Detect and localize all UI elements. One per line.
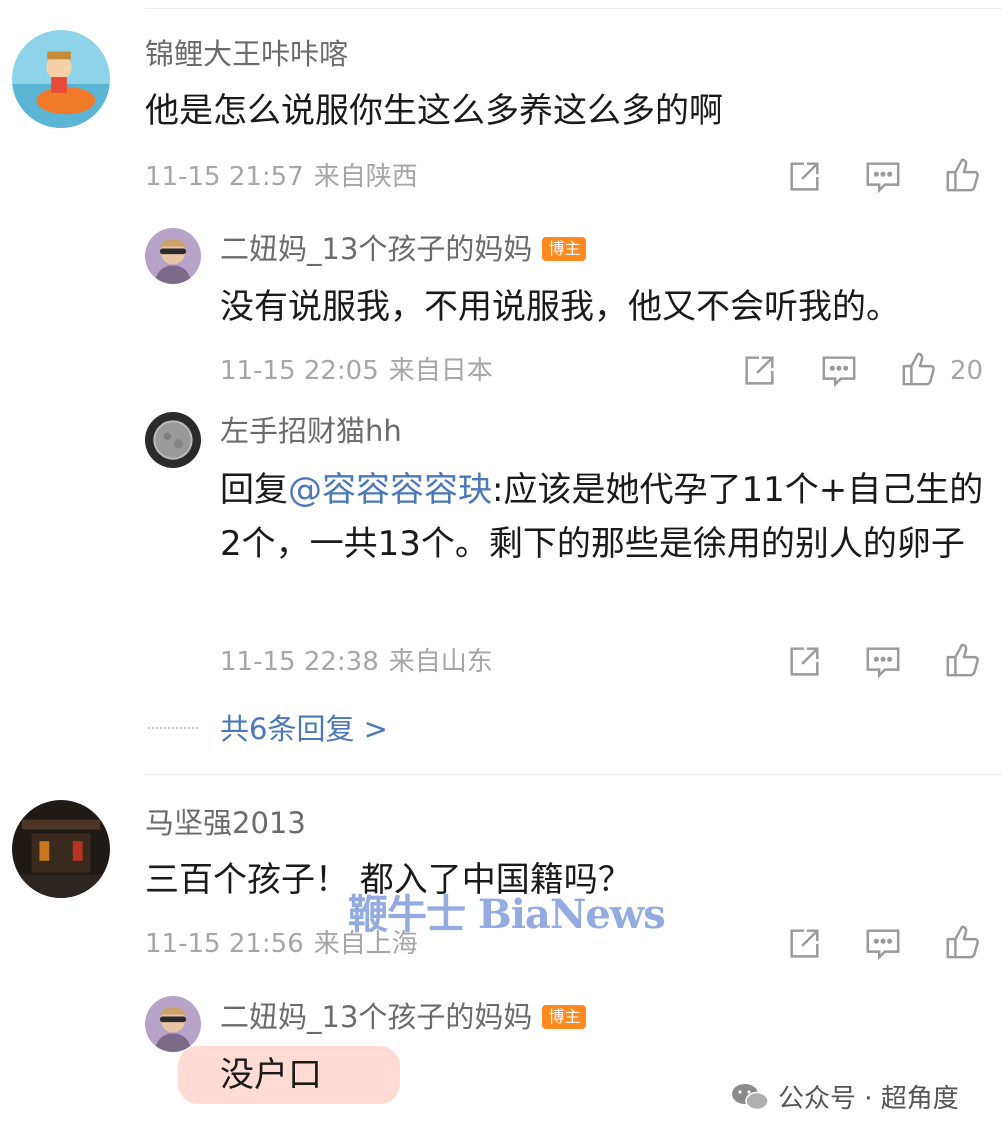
more-replies-dots [148,727,198,729]
thumbs-up-icon[interactable] [944,641,982,679]
thumbs-up-icon[interactable] [944,923,982,961]
reply-location: 来自日本 [388,356,493,386]
reply-text: 没户口 [220,1055,322,1095]
wechat-footer: 公众号 · 超角度 [730,1078,959,1115]
mention-link[interactable]: @容容容容玦 [288,470,492,510]
avatar[interactable] [12,800,110,898]
wechat-label: 公众号 · 超角度 [778,1084,959,1114]
reply-text: 没有说服我，不用说服我，他又不会听我的。 [220,287,900,327]
more-replies-link[interactable]: 共6条回复 > [220,711,388,747]
share-icon[interactable] [785,643,823,681]
reply-author[interactable]: 二妞妈_13个孩子的妈妈 博主 [220,999,587,1035]
comment-meta: 11-15 21:57 来自陕西 [145,162,418,192]
reply-author-name: 二妞妈_13个孩子的妈妈 [220,1000,533,1034]
comment-icon[interactable] [864,643,902,681]
reply-time: 11-15 22:38 [220,647,379,677]
share-icon[interactable] [785,925,823,963]
author-badge: 博主 [542,237,587,261]
reply-author[interactable]: 二妞妈_13个孩子的妈妈 博主 [220,231,587,267]
share-icon[interactable] [785,158,823,196]
thumbs-up-icon[interactable] [900,350,938,388]
author-badge: 博主 [542,1005,587,1029]
avatar[interactable] [145,412,201,468]
comment-text: 他是怎么说服你生这么多养这么多的啊 [145,91,723,131]
avatar[interactable] [145,996,201,1052]
reply-author[interactable]: 左手招财猫hh [220,413,402,449]
reply-location: 来自山东 [388,647,493,677]
thumbs-up-icon[interactable] [944,156,982,194]
comment-icon[interactable] [820,352,858,390]
comment-divider [145,774,1002,775]
share-icon[interactable] [740,352,778,390]
watermark: 鞭牛士 BiaNews [348,891,666,938]
reply-meta: 11-15 22:38 来自山东 [220,647,493,677]
reply-time: 11-15 22:05 [220,356,379,386]
wechat-icon [732,1083,769,1110]
reply-text: 回复@容容容容玦:应该是她代孕了11个+自己生的2个，一共13个。剩下的那些是徐… [220,463,990,571]
comment-location: 来自陕西 [313,162,418,192]
comment-author[interactable]: 马坚强2013 [145,805,306,841]
comment-time: 11-15 21:57 [145,162,304,192]
reply-prefix: 回复 [220,470,288,510]
comment-icon[interactable] [864,925,902,963]
reply-meta: 11-15 22:05 来自日本 [220,356,493,386]
avatar[interactable] [12,30,110,128]
avatar[interactable] [145,228,201,284]
comment-author[interactable]: 锦鲤大王咔咔喀 [145,36,348,72]
like-count: 20 [950,356,984,386]
top-divider [145,8,1002,9]
comment-time: 11-15 21:56 [145,929,304,959]
comment-icon[interactable] [864,158,902,196]
reply-author-name: 二妞妈_13个孩子的妈妈 [220,232,533,266]
